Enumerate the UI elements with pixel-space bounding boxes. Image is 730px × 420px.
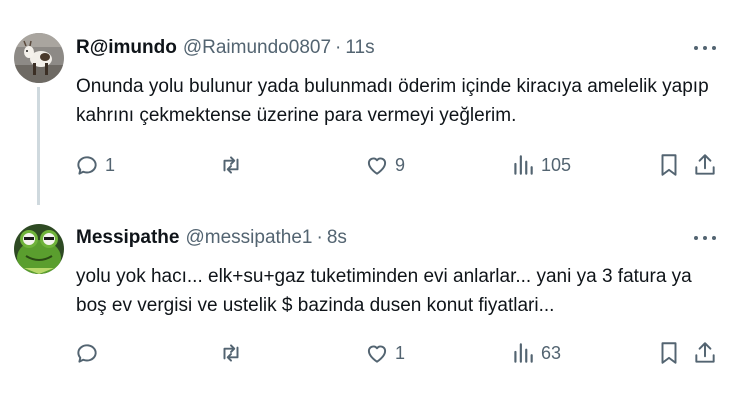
retweet-button[interactable] bbox=[218, 338, 249, 368]
user-handle[interactable]: @messipathe1 bbox=[185, 227, 312, 249]
share-icon bbox=[695, 342, 715, 363]
more-dots-icon bbox=[694, 46, 698, 50]
tweet-header: R@imundo @Raimundo0807 · 11s bbox=[76, 36, 375, 60]
views-count: 105 bbox=[541, 154, 572, 175]
reply-button[interactable]: 1 bbox=[74, 150, 115, 180]
retweet-icon bbox=[223, 156, 239, 174]
tweet-1[interactable]: R@imundo @Raimundo0807 · 11s Onunda yolu… bbox=[0, 0, 730, 205]
tweet-2[interactable]: Messipathe @messipathe1 · 8s yolu yok ha… bbox=[0, 205, 730, 420]
timestamp[interactable]: 8s bbox=[327, 227, 347, 249]
share-button[interactable] bbox=[692, 150, 718, 180]
tweet-text: Onunda yolu bulunur yada bulunmadı öderi… bbox=[76, 72, 721, 130]
share-button[interactable] bbox=[692, 338, 718, 368]
avatar[interactable] bbox=[14, 33, 64, 83]
display-name[interactable]: Messipathe bbox=[76, 227, 179, 249]
timestamp[interactable]: 11s bbox=[345, 37, 374, 59]
heart-icon bbox=[367, 157, 387, 175]
views-button[interactable]: 105 bbox=[510, 150, 571, 180]
retweet-button[interactable] bbox=[218, 150, 249, 180]
views-chart-icon bbox=[514, 155, 533, 175]
separator-dot: · bbox=[335, 37, 342, 58]
tweet-text-line: yolu yok hacı... elk+su+gaz tuketiminden… bbox=[76, 266, 692, 287]
tweet-header: Messipathe @messipathe1 · 8s bbox=[76, 226, 347, 250]
tweet-text-line: boş ev vergisi ve ustelik $ bazinda duse… bbox=[76, 295, 555, 316]
avatar[interactable] bbox=[14, 224, 64, 274]
more-options-button[interactable] bbox=[694, 38, 716, 58]
display-name[interactable]: R@imundo bbox=[76, 37, 177, 59]
tweet-text-line: Onunda yolu bulunur yada bulunmadı öderi… bbox=[76, 76, 709, 97]
share-icon bbox=[695, 154, 715, 175]
goat-avatar-image bbox=[14, 33, 64, 83]
action-bar: 1 9 105 bbox=[0, 150, 730, 180]
bookmark-icon bbox=[661, 342, 677, 364]
retweet-icon bbox=[223, 344, 239, 362]
thread-connector-line bbox=[37, 87, 40, 205]
separator-dot: · bbox=[316, 227, 323, 248]
user-handle[interactable]: @Raimundo0807 bbox=[183, 37, 331, 59]
like-button[interactable]: 1 bbox=[364, 338, 405, 368]
bookmark-button[interactable] bbox=[656, 150, 682, 180]
more-dots-icon bbox=[694, 236, 698, 240]
views-chart-icon bbox=[514, 343, 533, 363]
reply-button[interactable] bbox=[74, 338, 105, 368]
like-count: 9 bbox=[395, 154, 406, 175]
reply-icon bbox=[77, 344, 97, 363]
bookmark-icon bbox=[661, 154, 677, 176]
action-bar: 1 63 bbox=[0, 338, 730, 368]
like-button[interactable]: 9 bbox=[364, 150, 405, 180]
tweet-text: yolu yok hacı... elk+su+gaz tuketiminden… bbox=[76, 262, 721, 320]
like-count: 1 bbox=[395, 342, 406, 363]
views-button[interactable]: 63 bbox=[510, 338, 561, 368]
views-count: 63 bbox=[541, 342, 562, 363]
reply-icon bbox=[77, 156, 97, 175]
bookmark-button[interactable] bbox=[656, 338, 682, 368]
frog-avatar-image bbox=[14, 224, 64, 274]
reply-count: 1 bbox=[105, 154, 116, 175]
tweet-text-line: kahrını çekmektense üzerine para vermeyi… bbox=[76, 105, 517, 126]
more-options-button[interactable] bbox=[694, 228, 716, 248]
heart-icon bbox=[367, 345, 387, 363]
